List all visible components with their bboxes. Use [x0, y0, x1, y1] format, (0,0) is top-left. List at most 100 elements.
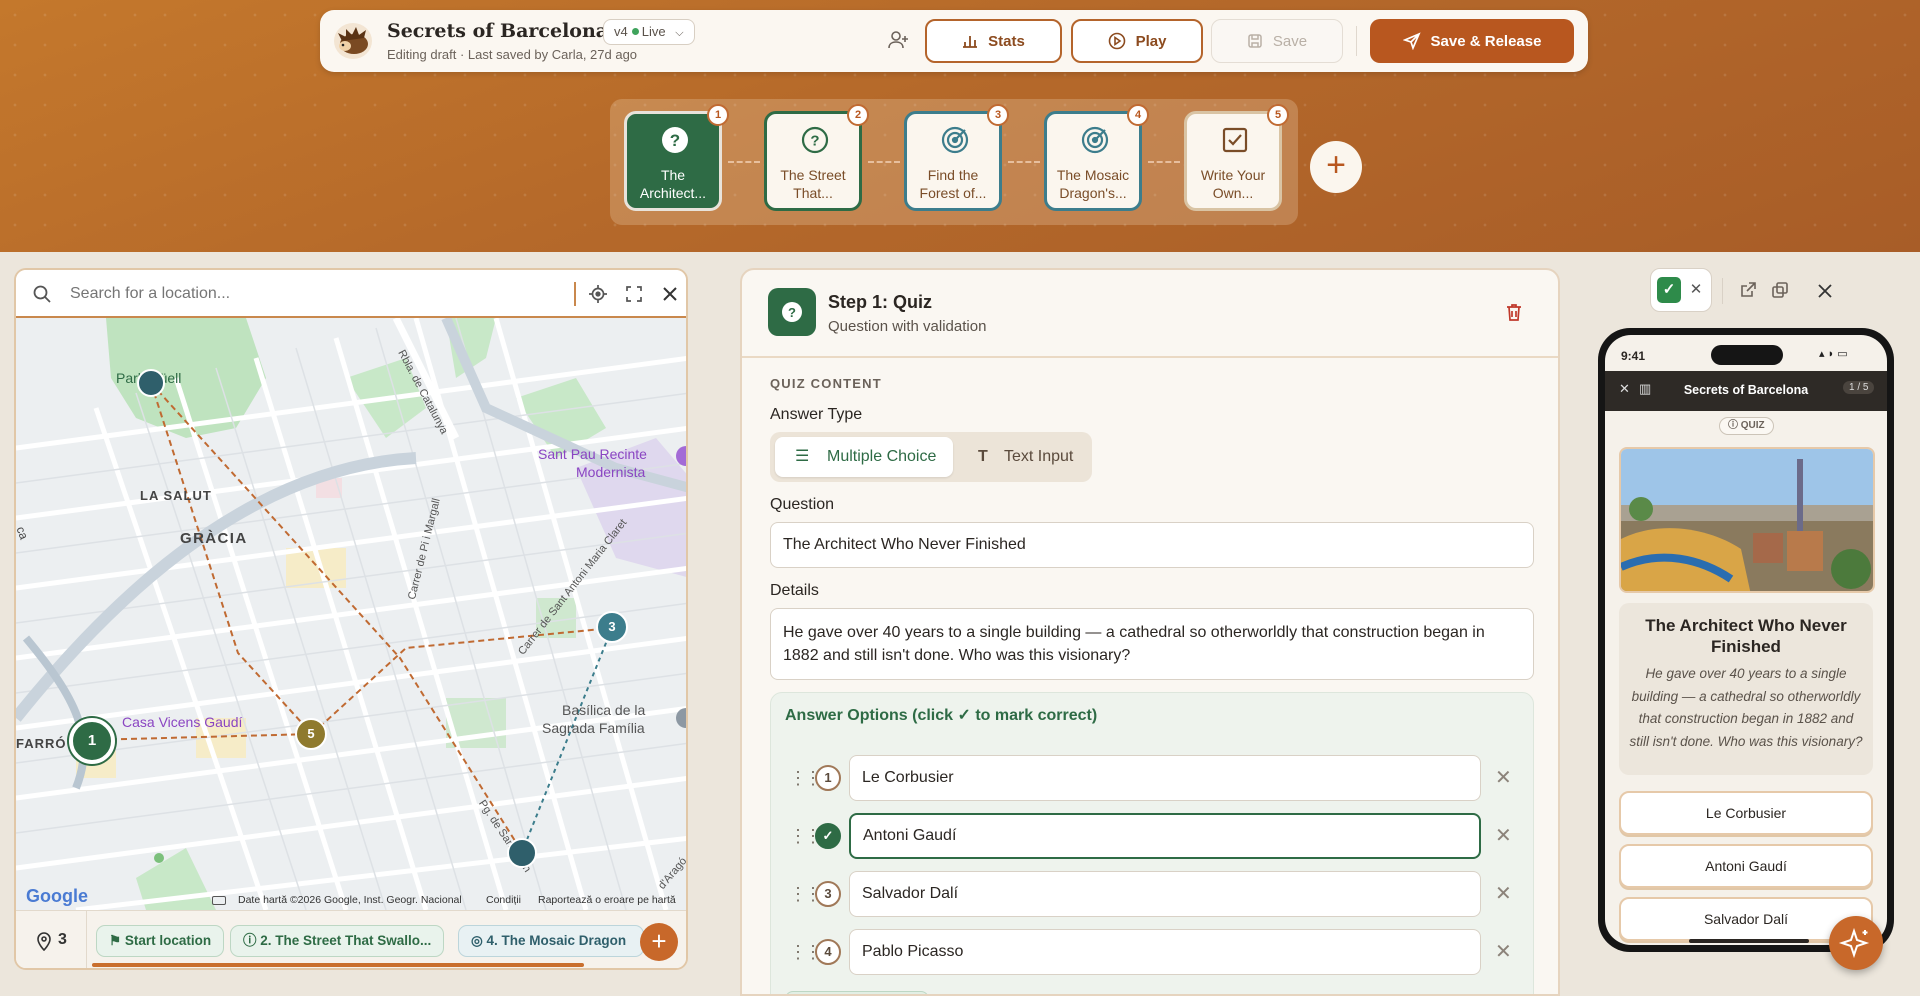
map-label-sagrada1: Basílica de la	[562, 702, 646, 718]
option-input[interactable]: Le Corbusier	[849, 755, 1481, 801]
add-collaborator-icon[interactable]	[886, 28, 910, 57]
map-canvas	[16, 318, 686, 910]
mark-correct-button[interactable]: 1	[815, 765, 841, 791]
play-button[interactable]: Play	[1071, 19, 1203, 63]
details-textarea[interactable]: He gave over 40 years to a single buildi…	[770, 608, 1534, 680]
locate-icon[interactable]	[588, 284, 608, 304]
remove-option-icon[interactable]: ✕	[1495, 939, 1512, 964]
play-icon	[1108, 32, 1125, 50]
quiz-image	[1619, 447, 1875, 593]
step-card-1[interactable]: ? The Architect... 1	[624, 104, 729, 211]
map-marker-5[interactable]: 5	[295, 718, 327, 750]
version-dropdown[interactable]: v4 Live ⌵	[603, 19, 695, 45]
map-label-santpau2: Modernista	[576, 464, 646, 480]
answer-type-label: Answer Type	[770, 406, 863, 423]
target-icon	[941, 126, 969, 154]
step-card-4[interactable]: The Mosaic Dragon's... 4	[1044, 104, 1149, 211]
quiz-icon: ?	[768, 288, 816, 336]
save-release-button[interactable]: Save & Release	[1370, 19, 1574, 63]
play-label: Play	[1135, 32, 1167, 50]
answer-type-toggle: ☰ Multiple Choice T Text Input	[770, 432, 1092, 482]
close-preview-icon[interactable]	[1816, 282, 1834, 300]
map-label-gracia: GRÀCIA	[180, 530, 248, 547]
map-marker-3[interactable]: 3	[596, 611, 628, 643]
check-icon[interactable]: ✓	[1657, 277, 1681, 303]
step-label-line2: Forest of...	[919, 185, 987, 201]
phone-option[interactable]: Antoni Gaudí	[1619, 844, 1873, 888]
add-option-button[interactable]	[785, 991, 929, 994]
step-editor-panel: ? Step 1: Quiz Question with validation …	[740, 268, 1560, 996]
option-input[interactable]: Antoni Gaudí	[849, 813, 1481, 859]
step-connector	[868, 161, 900, 163]
trash-icon[interactable]	[1504, 302, 1524, 322]
home-indicator	[1689, 939, 1809, 943]
chevron-down-icon: ⌵	[675, 27, 684, 39]
dynamic-island	[1711, 345, 1783, 365]
preview-toggle: ✓ ✕	[1650, 268, 1712, 312]
header-divider	[742, 356, 1558, 358]
option-input[interactable]: Salvador Dalí	[849, 871, 1481, 917]
version-status: Live	[641, 24, 666, 39]
option-input[interactable]: Pablo Picasso	[849, 929, 1481, 975]
step-connector	[1008, 161, 1040, 163]
x-icon[interactable]: ✕	[1685, 277, 1707, 303]
close-icon[interactable]	[660, 284, 680, 304]
phone-option[interactable]: Le Corbusier	[1619, 791, 1873, 835]
remove-option-icon[interactable]: ✕	[1495, 765, 1512, 790]
external-link-icon[interactable]	[1738, 280, 1758, 300]
map-report-link[interactable]: Raportează o eroare pe hartă	[538, 894, 676, 906]
step-label-line2: Dragon's...	[1059, 185, 1127, 201]
multiple-choice-option[interactable]: ☰ Multiple Choice	[775, 437, 953, 477]
step-card-5[interactable]: Write Your Own... 5	[1184, 104, 1289, 211]
status-icons: ▴ ◗ ▭	[1819, 348, 1848, 360]
correct-check-icon[interactable]: ✓	[815, 823, 841, 849]
option-row: ⋮⋮ ✓ Antoni Gaudí ✕	[771, 813, 1535, 859]
map-view[interactable]: Park Güell LA SALUT GRÀCIA Sant Pau Reci…	[16, 318, 686, 910]
chip-step-4[interactable]: ◎ 4. The Mosaic Dragon	[458, 925, 644, 957]
answer-options-box: Answer Options (click ✓ to mark correct)…	[770, 692, 1535, 994]
text-icon: T	[978, 448, 988, 465]
fullscreen-icon[interactable]	[624, 284, 644, 304]
remove-option-icon[interactable]: ✕	[1495, 881, 1512, 906]
chips-scrollbar[interactable]	[92, 963, 584, 967]
mark-correct-button[interactable]: 3	[815, 881, 841, 907]
remove-option-icon[interactable]: ✕	[1495, 823, 1512, 848]
step-card-3[interactable]: Find the Forest of... 3	[904, 104, 1009, 211]
map-marker-park-icon[interactable]	[137, 369, 165, 397]
location-search-input[interactable]	[70, 280, 570, 308]
map-marker-target-icon[interactable]	[507, 838, 537, 868]
step-subtitle: Question with validation	[828, 318, 987, 335]
text-input-option[interactable]: T Text Input	[960, 437, 1088, 477]
save-button[interactable]: Save	[1211, 19, 1343, 63]
map-attribution: Date hartă ©2026 Google, Inst. Geogr. Na…	[238, 894, 462, 906]
details-line2: 1882 and still isn't done. Who was this …	[783, 647, 1131, 664]
ai-sparkle-button[interactable]	[1829, 916, 1883, 970]
search-icon	[33, 285, 51, 303]
section-heading: QUIZ CONTENT	[770, 376, 882, 391]
map-marker-1[interactable]: 1	[69, 718, 115, 764]
option-row: ⋮⋮ 4 Pablo Picasso ✕	[771, 929, 1535, 975]
phone-time: 9:41	[1621, 349, 1646, 363]
top-bar: Secrets of Barcelona Editing draft · Las…	[320, 10, 1588, 72]
phone-screen: 9:41 ▴ ◗ ▭ ✕ ▥ Secrets of Barcelona 1 / …	[1605, 335, 1887, 945]
details-label: Details	[770, 582, 819, 599]
step-label-line2: Architect...	[639, 185, 707, 201]
quiz-badge-label: QUIZ	[1740, 420, 1765, 431]
add-location-button[interactable]: +	[640, 923, 678, 961]
step-label-line1: Find the	[927, 167, 979, 183]
chip-start-location[interactable]: ⚑ Start location	[96, 925, 225, 957]
question-input[interactable]: The Architect Who Never Finished	[770, 522, 1534, 568]
sparkle-icon	[1838, 927, 1870, 959]
copy-icon[interactable]	[1770, 280, 1790, 300]
details-line1: He gave over 40 years to a single buildi…	[783, 624, 1485, 641]
keyboard-icon[interactable]	[212, 896, 226, 905]
step-card-2[interactable]: ? The Street That... 2	[764, 104, 869, 211]
stats-button[interactable]: Stats	[925, 19, 1062, 63]
add-step-button[interactable]: +	[1310, 141, 1362, 193]
chip-step-2[interactable]: ⓘ 2. The Street That Swallo...	[230, 925, 445, 957]
search-divider	[574, 282, 576, 306]
list-icon: ☰	[795, 448, 810, 465]
footer-divider	[86, 911, 87, 968]
mark-correct-button[interactable]: 4	[815, 939, 841, 965]
map-terms-link[interactable]: Condiții	[486, 894, 521, 906]
